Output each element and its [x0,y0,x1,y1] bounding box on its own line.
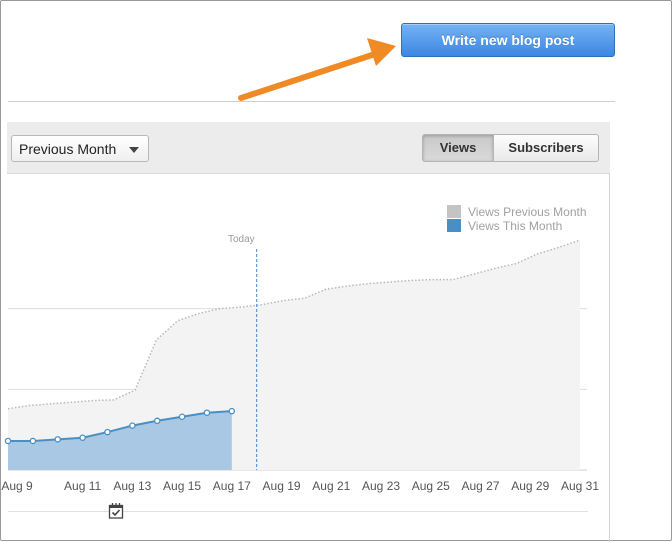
legend-swatch-previous-month [447,205,461,218]
x-tick-label: Aug 17 [212,479,251,493]
data-point-this-month-10 [228,407,236,415]
data-point-this-month-8 [178,413,186,421]
calendar-check-icon[interactable] [108,502,124,519]
views-chart [4,239,587,471]
x-tick-label: Aug 15 [163,479,202,493]
data-point-this-month-5 [104,428,111,436]
x-tick-label: Aug 11 [64,479,102,493]
x-tick-label: Aug 25 [411,479,450,493]
footer-divider [8,511,588,512]
x-tick-label: Aug 9 [1,479,33,493]
data-point-this-month-7 [153,417,161,425]
x-tick-label: Aug 19 [262,479,301,493]
x-tick-label: Aug 13 [113,479,152,493]
x-tick-label: Aug 23 [362,479,401,493]
legend-label-previous-month: Views Previous Month [468,205,587,219]
x-tick-label: Aug 29 [511,479,550,493]
legend-label-this-month: Views This Month [468,219,563,233]
x-tick-label: Aug 31 [560,479,600,493]
data-point-this-month-9 [203,409,211,416]
x-tick-label: Aug 27 [461,479,500,493]
data-point-this-month-2 [29,437,37,445]
data-point-this-month-1 [4,437,12,445]
legend-swatch-this-month [447,219,461,232]
data-point-this-month-4 [79,434,86,441]
x-tick-label: Aug 21 [312,479,351,493]
today-marker-label: Today [228,234,255,245]
data-point-this-month-6 [129,422,136,429]
data-point-this-month-3 [54,436,61,443]
